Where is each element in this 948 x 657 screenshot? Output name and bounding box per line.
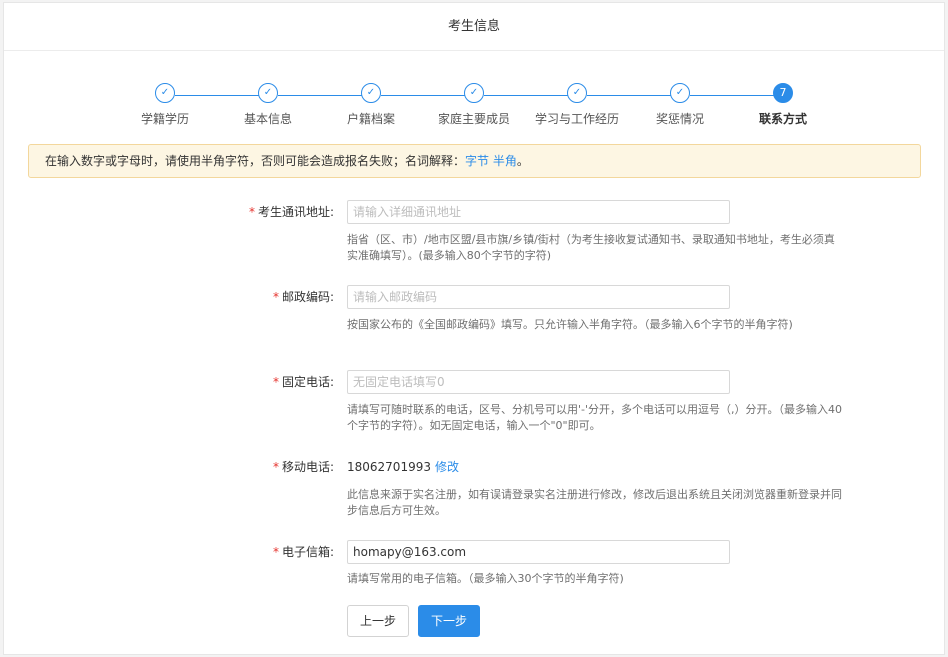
step-number-badge: 7 <box>773 83 793 103</box>
step-label: 奖惩情况 <box>655 112 704 126</box>
check-icon: ✓ <box>361 83 381 103</box>
notice-banner: 在输入数字或字母时，请使用半角字符，否则可能会造成报名失败；名词解释：字节 半角… <box>28 144 921 178</box>
glossary-link-byte[interactable]: 字节 <box>465 154 489 168</box>
step-item-jiating[interactable]: ✓ 家庭主要成员 <box>419 83 529 127</box>
address-input[interactable] <box>347 200 730 224</box>
step-label: 学籍学历 <box>140 112 189 126</box>
form-card: 考生信息 ✓ 学籍学历 ✓ 基本信息 ✓ 户籍档案 ✓ 家庭主要成员 ✓ 学习与… <box>3 2 945 655</box>
notice-end: 。 <box>516 154 529 168</box>
step-item-xueji[interactable]: ✓ 学籍学历 <box>110 83 220 127</box>
postcode-hint: 按国家公布的《全国邮政编码》填写。只允许输入半角字符。（最多输入6个字节的半角字… <box>347 318 793 331</box>
progress-stepper: ✓ 学籍学历 ✓ 基本信息 ✓ 户籍档案 ✓ 家庭主要成员 ✓ 学习与工作经历 … <box>4 83 944 133</box>
step-item-lianxi[interactable]: 7 联系方式 <box>728 83 838 127</box>
step-label: 家庭主要成员 <box>437 112 510 126</box>
mobile-value: 18062701993 修改 <box>347 455 459 479</box>
mobile-hint: 此信息来源于实名注册，如有误请登录实名注册进行修改，修改后退出系统且关闭浏览器重… <box>347 488 842 517</box>
phone-hint: 请填写可随时联系的电话，区号、分机号可以用'-'分开，多个电话可以用逗号（,）分… <box>347 403 843 432</box>
check-icon: ✓ <box>670 83 690 103</box>
check-icon: ✓ <box>155 83 175 103</box>
page-title: 考生信息 <box>4 3 944 51</box>
mobile-number: 18062701993 <box>347 460 431 474</box>
email-label: * 电子信箱: <box>272 545 334 559</box>
address-hint: 指省（区、市）/地市区盟/县市旗/乡镇/街村（为考生接收复试通知书、录取通知书地… <box>347 233 835 262</box>
notice-text: 在输入数字或字母时，请使用半角字符，否则可能会造成报名失败；名词解释： <box>45 154 466 168</box>
email-input[interactable] <box>347 540 730 564</box>
step-item-xuexi[interactable]: ✓ 学习与工作经历 <box>522 83 632 127</box>
mobile-label: * 移动电话: <box>272 460 334 474</box>
step-label: 联系方式 <box>758 112 807 126</box>
step-item-jiangcheng[interactable]: ✓ 奖惩情况 <box>625 83 735 127</box>
required-mark: * <box>248 205 255 219</box>
required-mark: * <box>272 290 279 304</box>
postcode-label: * 邮政编码: <box>272 290 334 304</box>
check-icon: ✓ <box>258 83 278 103</box>
phone-input[interactable] <box>347 370 730 394</box>
step-label: 基本信息 <box>243 112 292 126</box>
glossary-link-halfwidth[interactable]: 半角 <box>493 154 517 168</box>
required-mark: * <box>272 460 279 474</box>
required-mark: * <box>272 375 279 389</box>
postcode-input[interactable] <box>347 285 730 309</box>
step-label: 户籍档案 <box>346 112 395 126</box>
check-icon: ✓ <box>567 83 587 103</box>
check-icon: ✓ <box>464 83 484 103</box>
address-label: * 考生通讯地址: <box>248 205 334 219</box>
edit-mobile-link[interactable]: 修改 <box>435 460 459 474</box>
step-item-jiben[interactable]: ✓ 基本信息 <box>213 83 323 127</box>
email-hint: 请填写常用的电子信箱。（最多输入30个字节的半角字符) <box>347 572 624 585</box>
next-step-button[interactable]: 下一步 <box>418 605 480 637</box>
required-mark: * <box>272 545 279 559</box>
step-label: 学习与工作经历 <box>534 112 619 126</box>
step-item-huji[interactable]: ✓ 户籍档案 <box>316 83 426 127</box>
prev-step-button[interactable]: 上一步 <box>347 605 409 637</box>
phone-label: * 固定电话: <box>272 375 334 389</box>
